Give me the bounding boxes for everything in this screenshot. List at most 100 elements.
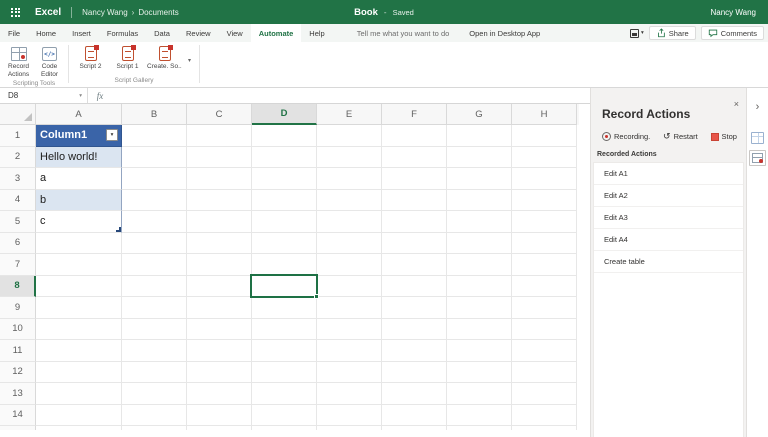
recorded-action-item[interactable]: Edit A1 — [594, 163, 743, 185]
row-header-7[interactable]: 7 — [0, 254, 36, 276]
recorded-action-item[interactable]: Create table — [594, 251, 743, 273]
cell-D5[interactable] — [252, 211, 317, 233]
cell-H13[interactable] — [512, 383, 577, 405]
cell-B15[interactable] — [122, 426, 187, 430]
script-2-button[interactable]: Script 2 — [73, 45, 108, 70]
cell-F5[interactable] — [382, 211, 447, 233]
cell-B4[interactable] — [122, 190, 187, 212]
row-header-5[interactable]: 5 — [0, 211, 36, 233]
cell-F3[interactable] — [382, 168, 447, 190]
save-mode-dropdown[interactable]: ▾ — [630, 29, 644, 38]
stop-button[interactable]: Stop — [711, 132, 737, 141]
cell-H5[interactable] — [512, 211, 577, 233]
fx-icon[interactable]: fx — [88, 91, 112, 101]
open-in-desktop-button[interactable]: Open in Desktop App — [461, 24, 548, 42]
tab-review[interactable]: Review — [178, 24, 219, 42]
cell-H1[interactable] — [512, 125, 577, 147]
row-header-8[interactable]: 8 — [0, 276, 36, 298]
cell-G6[interactable] — [447, 233, 512, 255]
close-icon[interactable]: × — [734, 100, 739, 109]
cell-H2[interactable] — [512, 147, 577, 169]
cell-C10[interactable] — [187, 319, 252, 341]
cell-F7[interactable] — [382, 254, 447, 276]
document-title[interactable]: Book — [354, 7, 378, 18]
cell-G10[interactable] — [447, 319, 512, 341]
row-header-15[interactable]: 15 — [0, 426, 36, 430]
cell-B10[interactable] — [122, 319, 187, 341]
recorded-action-item[interactable]: Edit A4 — [594, 229, 743, 251]
column-header-H[interactable]: H — [512, 104, 577, 125]
cell-E12[interactable] — [317, 362, 382, 384]
cell-D7[interactable] — [252, 254, 317, 276]
cell-D6[interactable] — [252, 233, 317, 255]
cell-D3[interactable] — [252, 168, 317, 190]
cell-B13[interactable] — [122, 383, 187, 405]
cell-G14[interactable] — [447, 405, 512, 427]
cell-F2[interactable] — [382, 147, 447, 169]
cell-A1[interactable]: Column1▾ — [36, 125, 122, 147]
cell-G12[interactable] — [447, 362, 512, 384]
column-header-A[interactable]: A — [36, 104, 122, 125]
cell-A5[interactable]: c — [36, 211, 122, 233]
cell-D11[interactable] — [252, 340, 317, 362]
formula-input[interactable] — [112, 88, 590, 103]
document-title-area[interactable]: Book - Saved — [354, 0, 414, 24]
create-script-button[interactable]: Create. So... — [147, 45, 182, 70]
cell-H11[interactable] — [512, 340, 577, 362]
comments-button[interactable]: Comments — [701, 26, 764, 40]
cell-C9[interactable] — [187, 297, 252, 319]
cell-F1[interactable] — [382, 125, 447, 147]
cell-E15[interactable] — [317, 426, 382, 430]
cell-D15[interactable] — [252, 426, 317, 430]
recorded-action-item[interactable]: Edit A2 — [594, 185, 743, 207]
column-header-G[interactable]: G — [447, 104, 512, 125]
cell-F12[interactable] — [382, 362, 447, 384]
cell-H9[interactable] — [512, 297, 577, 319]
cell-E8[interactable] — [317, 276, 382, 298]
tab-view[interactable]: View — [219, 24, 251, 42]
row-header-14[interactable]: 14 — [0, 405, 36, 427]
cell-A14[interactable] — [36, 405, 122, 427]
gallery-more-icon[interactable]: ▾ — [184, 57, 195, 64]
code-editor-button[interactable]: Code Editor — [35, 45, 64, 79]
cell-G1[interactable] — [447, 125, 512, 147]
cell-F14[interactable] — [382, 405, 447, 427]
cell-D9[interactable] — [252, 297, 317, 319]
cell-A15[interactable] — [36, 426, 122, 430]
record-actions-button[interactable]: Record Actions — [4, 45, 33, 79]
cell-G5[interactable] — [447, 211, 512, 233]
select-all-button[interactable] — [0, 104, 36, 125]
cell-H8[interactable] — [512, 276, 577, 298]
cell-F8[interactable] — [382, 276, 447, 298]
tab-automate[interactable]: Automate — [251, 24, 302, 42]
tab-help[interactable]: Help — [301, 24, 332, 42]
cell-D14[interactable] — [252, 405, 317, 427]
cell-F10[interactable] — [382, 319, 447, 341]
column-header-E[interactable]: E — [317, 104, 382, 125]
share-button[interactable]: Share — [649, 26, 696, 40]
collapse-panel-icon[interactable]: › — [747, 102, 768, 113]
cell-C11[interactable] — [187, 340, 252, 362]
column-header-F[interactable]: F — [382, 104, 447, 125]
cell-A10[interactable] — [36, 319, 122, 341]
recorded-action-item[interactable]: Edit A3 — [594, 207, 743, 229]
cell-B3[interactable] — [122, 168, 187, 190]
cell-D13[interactable] — [252, 383, 317, 405]
cell-A4[interactable]: b — [36, 190, 122, 212]
cell-G13[interactable] — [447, 383, 512, 405]
cell-C13[interactable] — [187, 383, 252, 405]
cell-G8[interactable] — [447, 276, 512, 298]
cell-E4[interactable] — [317, 190, 382, 212]
cell-B1[interactable] — [122, 125, 187, 147]
cell-C6[interactable] — [187, 233, 252, 255]
cell-G3[interactable] — [447, 168, 512, 190]
name-box[interactable]: D8 ▾ — [0, 88, 88, 103]
cell-A7[interactable] — [36, 254, 122, 276]
cell-G11[interactable] — [447, 340, 512, 362]
column-header-C[interactable]: C — [187, 104, 252, 125]
cell-D4[interactable] — [252, 190, 317, 212]
row-header-6[interactable]: 6 — [0, 233, 36, 255]
cell-A9[interactable] — [36, 297, 122, 319]
row-header-2[interactable]: 2 — [0, 147, 36, 169]
cell-F9[interactable] — [382, 297, 447, 319]
